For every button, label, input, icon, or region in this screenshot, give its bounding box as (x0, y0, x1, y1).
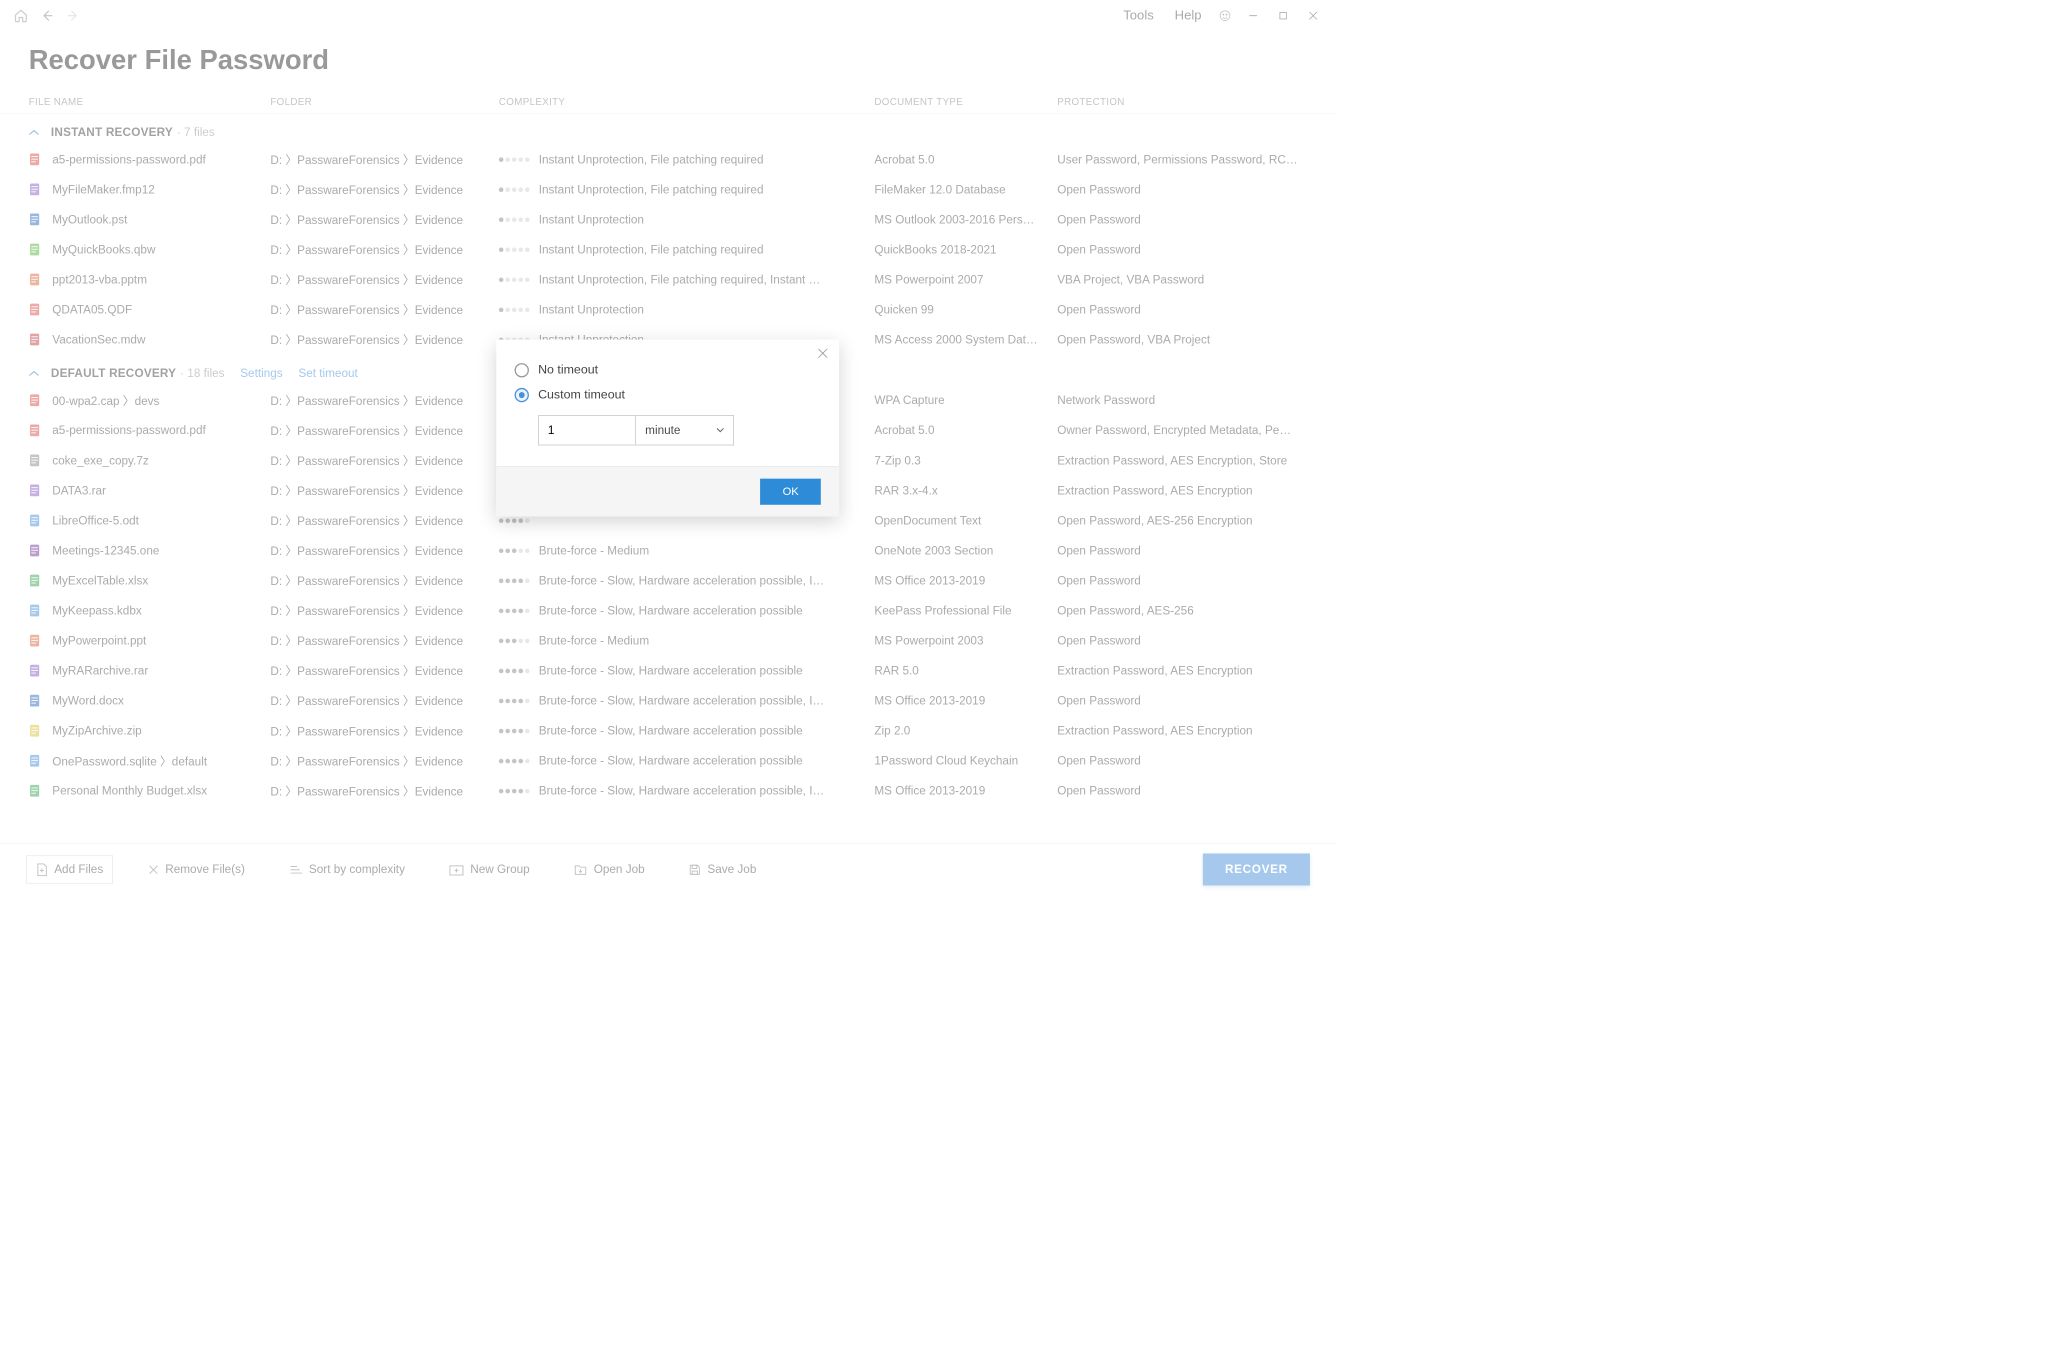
modal-close-button[interactable] (818, 349, 827, 358)
radio-icon (515, 363, 529, 377)
timeout-unit-select[interactable]: minute (636, 415, 734, 445)
chevron-down-icon (716, 428, 724, 433)
radio-custom-timeout[interactable]: Custom timeout (515, 383, 821, 408)
ok-button[interactable]: OK (760, 479, 820, 505)
close-icon (818, 349, 827, 358)
timeout-modal: No timeout Custom timeout minute OK (496, 340, 839, 517)
timeout-unit-label: minute (645, 423, 680, 437)
radio-no-timeout[interactable]: No timeout (515, 358, 821, 383)
radio-icon (515, 388, 529, 402)
radio-no-timeout-label: No timeout (538, 363, 598, 377)
radio-custom-timeout-label: Custom timeout (538, 388, 625, 402)
timeout-value-input[interactable] (538, 415, 636, 445)
